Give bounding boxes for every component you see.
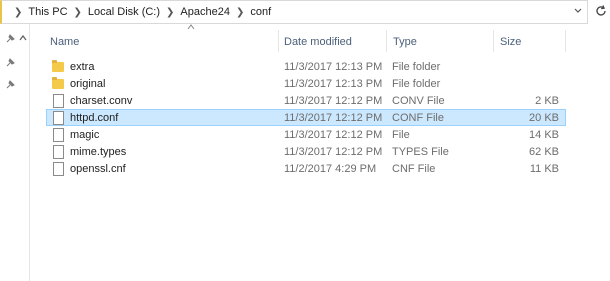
column-type[interactable]: Type (393, 36, 417, 48)
chevron-up-icon[interactable] (18, 34, 28, 42)
file-icon (53, 128, 64, 142)
file-type: TYPES File (392, 146, 449, 158)
file-date: 11/3/2017 12:12 PM (284, 129, 383, 141)
breadcrumb: ❯ This PC ❯ Local Disk (C:) ❯ Apache24 ❯… (8, 1, 271, 23)
column-size[interactable]: Size (500, 36, 521, 48)
column-date-modified[interactable]: Date modified (284, 36, 352, 48)
file-size: 14 KB (529, 129, 559, 141)
file-name: openssl.cnf (70, 163, 126, 175)
column-divider[interactable] (386, 30, 387, 52)
folder-icon (52, 77, 64, 89)
file-date: 11/2/2017 4:29 PM (284, 163, 377, 175)
refresh-icon[interactable] (594, 4, 608, 18)
file-date: 11/3/2017 12:12 PM (284, 112, 383, 124)
sort-ascending-icon (187, 24, 195, 30)
file-name: extra (70, 61, 95, 73)
file-type: File (392, 129, 410, 141)
file-size: 20 KB (529, 112, 559, 124)
list-item[interactable]: mime.types 11/3/2017 12:12 PM TYPES File… (46, 143, 566, 160)
file-size: 2 KB (535, 95, 559, 107)
pin-icon[interactable] (5, 34, 15, 44)
list-item[interactable]: charset.conv 11/3/2017 12:12 PM CONV Fil… (46, 92, 566, 109)
chevron-right-icon[interactable]: ❯ (166, 7, 174, 18)
list-item[interactable]: openssl.cnf 11/2/2017 4:29 PM CNF File 1… (46, 160, 566, 177)
list-item[interactable]: magic 11/3/2017 12:12 PM File 14 KB (46, 126, 566, 143)
chevron-right-icon[interactable]: ❯ (74, 7, 82, 18)
pin-icon[interactable] (5, 58, 15, 68)
file-name: magic (70, 129, 100, 141)
column-divider[interactable] (493, 30, 494, 52)
file-type: CONV File (392, 95, 445, 107)
file-icon (53, 94, 64, 108)
chevron-right-icon[interactable]: ❯ (14, 7, 22, 18)
file-icon (53, 111, 64, 125)
address-dropdown-icon[interactable] (573, 6, 583, 16)
file-date: 11/3/2017 12:12 PM (284, 146, 383, 158)
file-type: CONF File (392, 112, 444, 124)
chevron-right-icon[interactable]: ❯ (236, 7, 244, 18)
column-divider[interactable] (278, 30, 279, 52)
folder-icon (52, 60, 64, 72)
column-divider[interactable] (565, 30, 566, 52)
list-item[interactable]: original 11/3/2017 12:13 PM File folder (46, 75, 566, 92)
file-date: 11/3/2017 12:13 PM (284, 78, 383, 90)
file-size: 11 KB (529, 163, 559, 175)
file-name: original (70, 78, 106, 90)
file-date: 11/3/2017 12:12 PM (284, 95, 383, 107)
file-icon (53, 162, 64, 176)
pin-icon[interactable] (5, 80, 15, 90)
address-bar[interactable]: ❯ This PC ❯ Local Disk (C:) ❯ Apache24 ❯… (0, 0, 588, 24)
column-name[interactable]: Name (50, 36, 79, 48)
file-type: File folder (392, 61, 441, 73)
column-header: Name Date modified Type Size (30, 24, 610, 58)
file-type: CNF File (392, 163, 436, 175)
navigation-pane (0, 24, 30, 281)
file-icon (53, 145, 64, 159)
file-list: extra 11/3/2017 12:13 PM File folder ori… (46, 58, 566, 177)
file-type: File folder (392, 78, 441, 90)
file-name: charset.conv (70, 95, 133, 107)
breadcrumb-this-pc[interactable]: This PC (28, 6, 67, 18)
breadcrumb-conf[interactable]: conf (250, 6, 271, 18)
file-size: 62 KB (529, 146, 559, 158)
breadcrumb-apache24[interactable]: Apache24 (180, 6, 230, 18)
list-item[interactable]: extra 11/3/2017 12:13 PM File folder (46, 58, 566, 75)
file-name: httpd.conf (70, 112, 119, 124)
list-item-selected[interactable]: httpd.conf 11/3/2017 12:12 PM CONF File … (46, 109, 566, 126)
breadcrumb-local-disk[interactable]: Local Disk (C:) (88, 6, 160, 18)
file-date: 11/3/2017 12:13 PM (284, 61, 383, 73)
file-name: mime.types (70, 146, 127, 158)
